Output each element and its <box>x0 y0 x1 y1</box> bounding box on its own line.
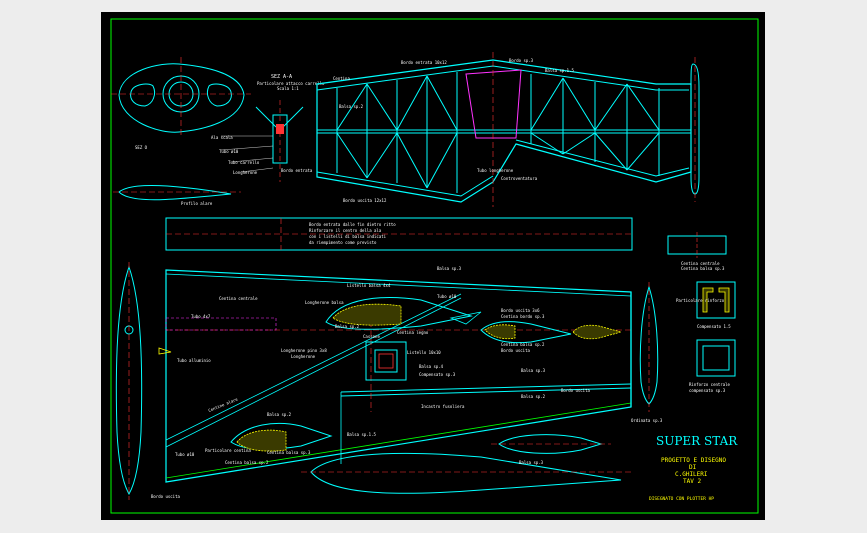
label-listello-balsa: Listello balsa 4x4 <box>347 283 391 288</box>
note-line-4: da riempimento come previsto <box>309 240 377 245</box>
label-bordo-uscita-3: Bordo uscita <box>501 348 530 353</box>
label-incastro: Incastro fusoliera <box>421 404 465 409</box>
label-balsa-4: Balsa sp.4 <box>419 364 444 369</box>
label-tubo-carrello: Tubo carrello <box>228 160 260 165</box>
label-cassone: Cassone <box>363 334 380 339</box>
label-sez-o: SEZ O <box>135 145 148 150</box>
label-balsa-sp3-bottom: Balsa sp.3 <box>519 460 544 465</box>
airfoil-vertical: Bordo uscita <box>115 262 180 500</box>
label-sez-aa: SEZ A-A <box>271 74 292 80</box>
label-tubo-alluminio: Tubo alluminio <box>177 358 211 363</box>
label-contro: Controventatura <box>501 176 538 181</box>
section-aa-detail: SEZ A-A Particolare attacco carrello Sca… <box>211 74 325 182</box>
spar-strip: Bordo entrata dalle fin dietro ritto Rin… <box>165 217 633 251</box>
label-particolare-2: Centina balsa sp.2 <box>225 460 269 465</box>
drawing-title: SUPER STAR <box>656 434 738 448</box>
label-profilo: Profilo alare <box>181 201 213 206</box>
label-centina-balsa-2: Centina balsa sp.3 <box>267 450 311 455</box>
label-centina-bordo: Centina bordo sp.3 <box>501 314 545 319</box>
airfoil-small: Profilo alare <box>113 184 241 206</box>
label-ordinata: Ordinata sp.3 <box>631 418 663 423</box>
label-tubo-main: Tubo ø10 <box>437 294 457 299</box>
label-bordo-uscita-wing: Bordo uscita 12x12 <box>343 198 387 203</box>
label-centina-balsa: Centina balsa sp.2 <box>501 342 545 347</box>
airfoil-vertical-right: Ordinata sp.3 <box>631 282 663 423</box>
label-tubo-longherone: Tubo longherone <box>477 168 514 173</box>
label-longherone: Longherone <box>233 170 258 175</box>
label-sez-aa-note2: Scala 1:1 <box>277 86 299 91</box>
note-line-3: con i listelli di balsa indicati <box>309 234 387 239</box>
label-ala-scala: Ala scala <box>211 135 233 140</box>
label-bordo-entrata-small: Bordo entrata <box>281 168 313 173</box>
title-block: SUPER STAR PROGETTO E DISEGNO DI C.GHILE… <box>649 434 738 502</box>
label-centina-legno: Centina legno <box>397 330 429 335</box>
label-bordo-uscita-2: Bordo uscita 3x6 <box>501 308 540 313</box>
label-centina-balsa-sp3: Centina balsa sp.3 <box>681 266 725 271</box>
label-centina-centrale-main: Centina centrale <box>219 296 258 301</box>
label-balsa-sp2-2: Balsa sp.2 <box>521 394 546 399</box>
drawing-subtitle-3: C.GHILERI <box>675 471 708 478</box>
label-balsa-wing: Balsa sp.2 <box>339 104 364 109</box>
label-listello-10x10: Listello 10x10 <box>407 350 441 355</box>
label-longherone-main: Longherone <box>291 354 316 359</box>
label-particolare-4: Compensato 1.5 <box>697 324 731 329</box>
drawing-sheet-number: TAV 2 <box>683 478 701 485</box>
wing-plan-view: Bordo entrata 10x12 Bordo uscita 12x12 C… <box>316 52 692 207</box>
label-balsa-sp2-3: Balsa sp.2 <box>267 412 292 417</box>
cad-drawing: SEZ O SEZ A-A Particolare attacco carrel… <box>110 18 759 514</box>
label-particolare-6: compensato sp.3 <box>689 388 726 393</box>
label-bordo-uscita-vertical: Bordo uscita <box>151 494 180 499</box>
side-view-strip <box>690 57 700 202</box>
label-bordo-sp3-main: Balsa sp.3 <box>437 266 462 271</box>
label-bordo-uscita-main: Bordo uscita <box>561 388 590 393</box>
drawing-signature: DISEGNATO CON PLOTTER HP <box>649 496 714 502</box>
label-longherone-pino: Longherone pino 3x8 <box>281 348 327 353</box>
label-particolare-3: Particolare rinforzo <box>676 298 725 303</box>
note-line-2: Rinforzare il centro della ala <box>309 228 382 233</box>
label-compensato: Compensato sp.3 <box>419 372 456 377</box>
label-centine-alare: Centine alare <box>208 396 239 413</box>
drawing-subtitle-1: PROGETTO E DISEGNO <box>661 457 726 464</box>
label-balsa-sp3-2: Balsa sp.3 <box>521 368 546 373</box>
label-scala-longherone: Longherone balsa <box>305 300 344 305</box>
label-balsa-sp15: Balsa sp.1.5 <box>545 68 574 73</box>
label-tubo-side: Tubo ø10 <box>175 452 195 457</box>
label-balsa-sp2-main: Balsa sp.2 <box>335 324 360 329</box>
label-bordo-sp3: Bordo sp.3 <box>509 58 534 63</box>
label-particolare-5: Rinforzo centrale <box>689 382 731 387</box>
label-listello-4x7: Tubo 4x7 <box>191 314 211 319</box>
label-tubo: Tubo ø10 <box>219 149 239 154</box>
label-centina-wing: Centina <box>333 76 350 81</box>
rib-central-detail: Centina centrale Centina balsa sp.3 <box>667 232 727 271</box>
drawing-subtitle-2: DI <box>689 464 697 471</box>
drawing-sheet: SEZ O SEZ A-A Particolare attacco carrel… <box>101 12 765 520</box>
airfoil-bottom: Balsa sp.3 <box>301 434 631 494</box>
note-line-1: Bordo entrata dalle fin dietro ritto <box>309 222 396 227</box>
fuselage-side-plan: Centina centrale Tubo 4x7 Longherone bal… <box>165 266 632 483</box>
label-particolare-1: Particolare centina <box>205 448 251 453</box>
reinforcement-details: Particolare rinforzo Compensato 1.5 Rinf… <box>676 281 736 393</box>
label-balsa-1-5: Balsa sp.1.5 <box>347 432 376 437</box>
label-bordo-entrata-wing: Bordo entrata 10x12 <box>401 60 447 65</box>
